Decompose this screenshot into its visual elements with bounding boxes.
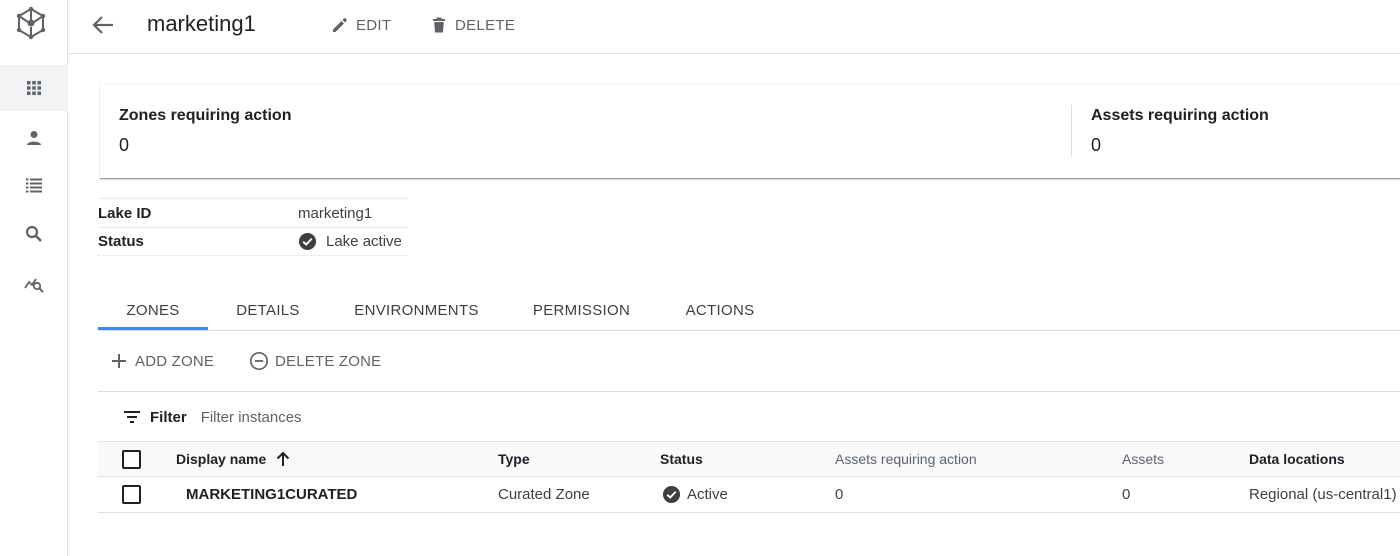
summary-card: Zones requiring action 0 Assets requirin… [100,85,1400,179]
zones-table: Display name Type Status Assets requirin… [98,441,1400,513]
zones-requiring-action-label: Zones requiring action [119,107,292,124]
zone-status-label: Active [687,485,728,503]
assets-requiring-action: Assets requiring action 0 [1091,107,1269,156]
rail-item-search[interactable] [0,211,68,257]
active-tab-indicator [98,327,208,330]
filter-label: Filter [150,408,187,426]
zone-assets: 0 [1122,485,1131,503]
col-assets-requiring-action[interactable]: Assets requiring action [835,442,977,476]
delete-label: DELETE [455,16,516,34]
delete-button[interactable]: DELETE [430,14,515,36]
left-nav-rail [0,0,68,556]
rail-item-manage[interactable] [0,65,68,111]
tab-environments[interactable]: ENVIRONMENTS [338,290,495,330]
person-icon [27,131,41,145]
lake-status-value-wrap: Lake active [298,232,402,251]
check-circle-icon [662,485,681,503]
lake-status-value: Lake active [326,233,402,250]
dataplex-logo-icon[interactable] [14,6,48,40]
zone-assets-requiring-action: 0 [835,485,844,503]
zones-requiring-action: Zones requiring action 0 [119,107,291,156]
add-zone-button[interactable]: ADD ZONE [109,351,214,371]
assets-requiring-action-label: Assets requiring action [1091,107,1269,124]
filter-bar: Filter [122,405,401,429]
edit-label: EDIT [356,16,392,34]
zones-requiring-action-value: 0 [119,135,130,155]
sort-ascending-arrow-icon[interactable] [274,450,292,468]
table-row[interactable]: MARKETING1CURATED Curated Zone Active 0 … [98,477,1400,513]
check-circle-icon [298,232,317,251]
pencil-icon [333,18,347,32]
search-icon [25,225,42,242]
rail-item-insights[interactable] [0,260,68,306]
filter-input[interactable] [200,408,401,426]
tab-zones[interactable]: ZONES [98,290,208,330]
delete-zone-label: DELETE ZONE [275,352,382,370]
filter-icon [124,411,140,423]
col-data-locations[interactable]: Data locations [1249,442,1345,476]
remove-circle-icon [249,351,269,371]
row-select-cell [122,477,141,511]
tab-bar: ZONES DETAILS ENVIRONMENTS PERMISSION AC… [98,290,1400,331]
app-root: marketing1 EDIT DELETE Zones requiring a… [0,0,1400,556]
page-header: marketing1 EDIT DELETE [68,0,1400,54]
zone-data-locations: Regional (us-central1) [1249,485,1397,503]
col-assets[interactable]: Assets [1122,442,1164,476]
tab-details[interactable]: DETAILS [218,290,318,330]
rail-item-people[interactable] [0,115,68,161]
tab-permission[interactable]: PERMISSION [518,290,645,330]
tab-actions[interactable]: ACTIONS [670,290,770,330]
summary-divider [1071,105,1072,157]
col-status[interactable]: Status [660,442,703,476]
back-arrow-icon[interactable] [90,12,116,38]
delete-zone-button[interactable]: DELETE ZONE [249,351,381,371]
plus-icon [112,354,126,368]
add-zone-label: ADD ZONE [135,352,215,370]
zone-type: Curated Zone [498,485,590,503]
col-display-name-label: Display name [176,451,267,467]
select-all-checkbox[interactable] [122,449,141,469]
row-checkbox[interactable] [122,484,141,504]
col-type[interactable]: Type [498,442,530,476]
zone-display-name-link[interactable]: MARKETING1CURATED [186,477,357,511]
select-all-cell [122,442,141,476]
col-display-name[interactable]: Display name [176,442,292,476]
list-icon [26,178,42,193]
lake-id-value: marketing1 [298,204,373,222]
apps-grid-icon [27,81,41,95]
lake-id-label: Lake ID [98,204,152,222]
zone-actions-bar: ADD ZONE DELETE ZONE [98,332,1400,392]
table-header-row: Display name Type Status Assets requirin… [98,441,1400,477]
lake-id-row: Lake ID marketing1 [98,198,408,227]
lake-status-label: Status [98,233,144,250]
trash-icon [433,17,445,33]
query-stats-icon [24,278,44,293]
page-title: marketing1 [147,11,256,36]
edit-button[interactable]: EDIT [331,14,391,36]
lake-status-row: Status Lake active [98,227,408,256]
zone-status: Active [662,477,728,511]
assets-requiring-action-value: 0 [1091,135,1102,155]
lake-info-table: Lake ID marketing1 Status Lake active [98,198,408,256]
rail-item-list[interactable] [0,162,68,208]
